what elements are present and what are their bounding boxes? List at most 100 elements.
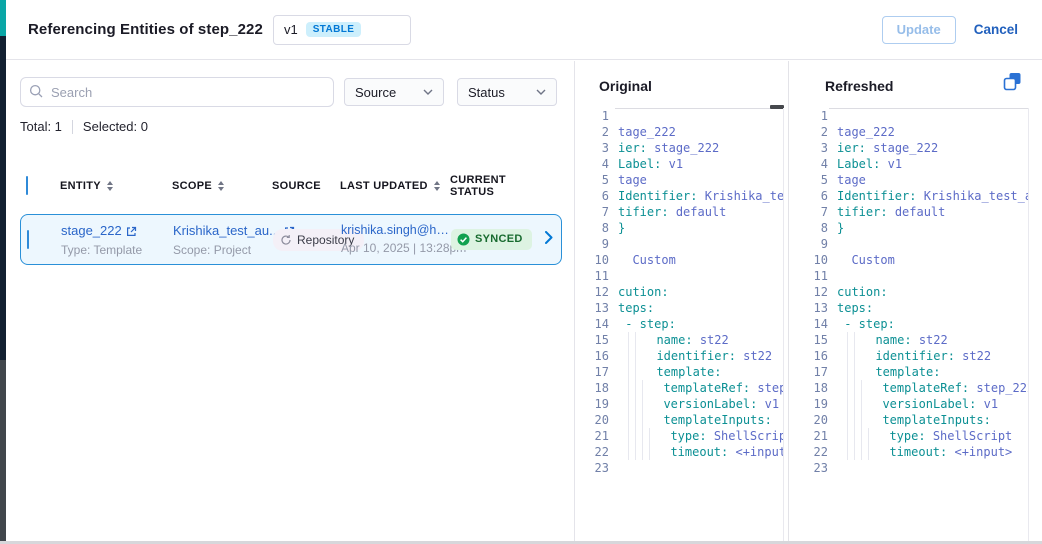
- code-token: name:: [861, 332, 912, 348]
- column-label: SCOPE: [172, 180, 212, 192]
- column-header-last-updated[interactable]: LAST UPDATED: [340, 180, 450, 192]
- code-token: [969, 380, 976, 396]
- line-number: 7: [794, 204, 828, 220]
- line-number: 19: [794, 396, 828, 412]
- code-token: stage_222: [654, 140, 719, 156]
- line-number: 10: [575, 252, 609, 268]
- code-token: templateInputs:: [868, 412, 991, 428]
- code-line: 1: [794, 108, 1029, 124]
- entity-link[interactable]: stage_222: [61, 223, 137, 239]
- indent-guides: [628, 444, 656, 460]
- vertical-scrollbar-track[interactable]: [1028, 108, 1029, 544]
- code-token: versionLabel:: [868, 396, 976, 412]
- sort-icon[interactable]: [218, 181, 224, 191]
- modal-header: Referencing Entities of step_222 v1 STAB…: [6, 0, 1042, 60]
- line-number: 19: [575, 396, 609, 412]
- code-token: type:: [656, 428, 707, 444]
- line-number: 16: [575, 348, 609, 364]
- version-select[interactable]: v1 STABLE: [273, 15, 411, 45]
- refreshed-code-editor[interactable]: 12tage_2223ier: stage_2224Label: v15tage…: [794, 108, 1029, 544]
- source-filter-dropdown[interactable]: Source: [344, 78, 444, 106]
- vertical-scrollbar-track[interactable]: [783, 108, 784, 544]
- line-number: 11: [794, 268, 828, 284]
- code-token: [669, 204, 676, 220]
- code-token: template:: [861, 364, 940, 380]
- code-token: teps:: [618, 300, 654, 316]
- sort-icon[interactable]: [434, 181, 440, 191]
- status-filter-dropdown[interactable]: Status: [457, 78, 557, 106]
- column-header-scope[interactable]: SCOPE: [172, 180, 272, 192]
- code-line: 9: [794, 236, 1029, 252]
- line-number: 9: [575, 236, 609, 252]
- cancel-button[interactable]: Cancel: [974, 22, 1018, 37]
- code-line: 22 timeout: <+input>: [794, 444, 1029, 460]
- code-line: 11: [575, 268, 784, 284]
- chevron-right-icon[interactable]: [545, 231, 553, 244]
- code-line: 6Identifier: Krishika_test_aut: [794, 188, 1029, 204]
- table-header: ENTITY SCOPE SOURCE LAST UPDATED CURRENT…: [20, 174, 562, 198]
- selected-count: Selected: 0: [83, 119, 148, 134]
- line-number: 23: [794, 460, 828, 476]
- code-token: <+input>: [735, 444, 784, 460]
- indent-guides: [628, 380, 649, 396]
- code-token: tage_222: [618, 124, 676, 140]
- code-token: timeout:: [875, 444, 947, 460]
- chevron-down-icon: [536, 89, 546, 95]
- code-line: 3ier: stage_222: [575, 140, 784, 156]
- line-number: 1: [575, 108, 609, 124]
- column-header-entity[interactable]: ENTITY: [60, 180, 172, 192]
- line-number: 22: [575, 444, 609, 460]
- stable-badge: STABLE: [306, 22, 362, 37]
- line-number: 12: [575, 284, 609, 300]
- code-token: [750, 380, 757, 396]
- line-number: 2: [794, 124, 828, 140]
- code-token: [888, 204, 895, 220]
- row-checkbox[interactable]: [27, 230, 29, 249]
- update-button[interactable]: Update: [882, 16, 956, 44]
- code-line: 3ier: stage_222: [794, 140, 1029, 156]
- search-icon: [29, 84, 44, 99]
- code-token: [693, 332, 700, 348]
- code-token: step_222: [757, 380, 784, 396]
- code-token: Krishika_test_aut: [924, 188, 1029, 204]
- table-row[interactable]: stage_222 Type: Template Krishika_test_a…: [20, 214, 562, 265]
- code-token: Label:: [618, 156, 661, 172]
- code-line: 9: [575, 236, 784, 252]
- line-number: 4: [794, 156, 828, 172]
- code-token: Label:: [837, 156, 880, 172]
- code-line: 22 timeout: <+input>: [575, 444, 784, 460]
- indent-guides: [847, 380, 868, 396]
- column-label: ENTITY: [60, 180, 101, 192]
- refreshed-panel: Refreshed 12tage_2223ier: stage_2224Labe…: [789, 61, 1042, 544]
- code-token: ier:: [837, 140, 866, 156]
- code-token: teps:: [837, 300, 873, 316]
- line-number: 7: [575, 204, 609, 220]
- code-token: ShellScript: [933, 428, 1012, 444]
- code-token: ShellScript: [714, 428, 784, 444]
- sort-icon[interactable]: [107, 181, 113, 191]
- page-title: Referencing Entities of step_222: [28, 21, 263, 38]
- line-number: 21: [575, 428, 609, 444]
- search-input[interactable]: [20, 77, 334, 107]
- line-number: 20: [575, 412, 609, 428]
- code-token: [728, 444, 735, 460]
- code-token: stage_222: [873, 140, 938, 156]
- select-all-checkbox[interactable]: [26, 176, 28, 195]
- indent-guides: [847, 428, 875, 444]
- last-updated-cell: krishika.singh@harnes... Apr 10, 2025 | …: [341, 223, 451, 256]
- copy-icon[interactable]: [1002, 72, 1022, 92]
- code-token: }: [837, 220, 844, 236]
- entity-type: Type: Template: [61, 243, 173, 258]
- code-line: 23: [575, 460, 784, 476]
- line-number: 4: [575, 156, 609, 172]
- code-line: 13teps:: [575, 300, 784, 316]
- code-token: [866, 140, 873, 156]
- indent-guides: [847, 412, 868, 428]
- indent-guides: [628, 348, 642, 364]
- scope-level: Scope: Project: [173, 243, 273, 258]
- code-token: v1: [888, 156, 902, 172]
- original-code-editor[interactable]: 12tage_2223ier: stage_2224Label: v15tage…: [575, 108, 784, 544]
- code-line: 21 type: ShellScript: [794, 428, 1029, 444]
- code-line: 20 templateInputs:: [575, 412, 784, 428]
- status-badge: SYNCED: [451, 229, 532, 250]
